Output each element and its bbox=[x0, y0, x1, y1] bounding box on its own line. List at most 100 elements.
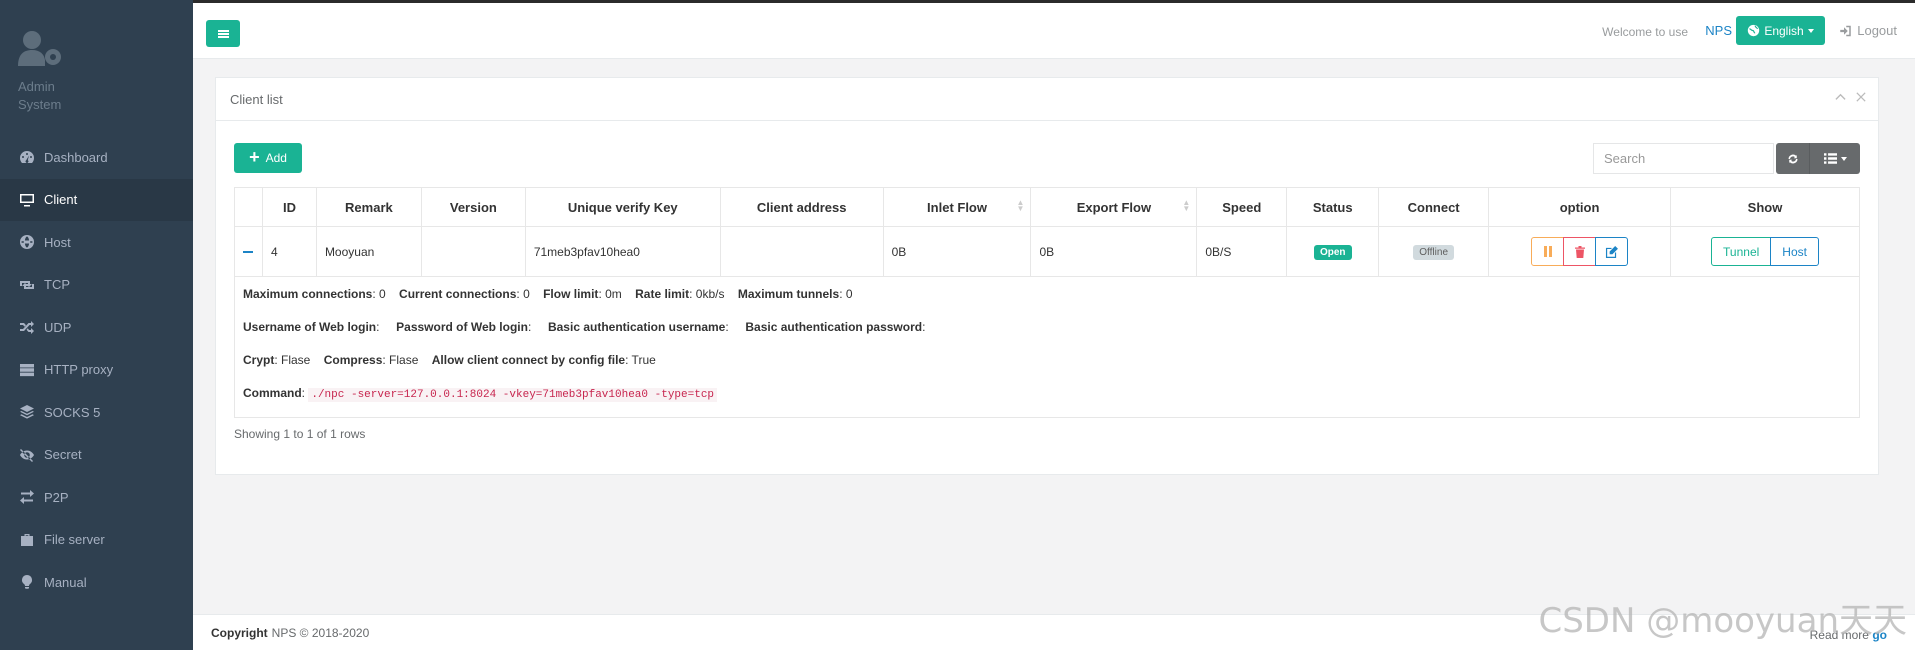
toggle-sidebar-button[interactable] bbox=[206, 20, 240, 47]
nps-link[interactable]: NPS bbox=[1705, 23, 1732, 38]
detail-line-limits: Maximum connections : 0 Current connectio… bbox=[243, 285, 1851, 318]
cell-show: Tunnel Host bbox=[1670, 226, 1860, 277]
col-inlet-flow[interactable]: Inlet Flow ▲ ▼ bbox=[882, 187, 1032, 227]
server-icon bbox=[18, 362, 36, 378]
refresh-button[interactable] bbox=[1776, 143, 1810, 174]
cell-id: 4 bbox=[261, 226, 317, 277]
current-connections-label: Current connections bbox=[399, 287, 517, 301]
client-detail: Maximum connections : 0 Current connectio… bbox=[235, 277, 1859, 417]
delete-button[interactable] bbox=[1563, 237, 1597, 266]
table-toolbar bbox=[1776, 143, 1860, 174]
edit-button[interactable] bbox=[1595, 237, 1629, 266]
sidebar-item-label: Manual bbox=[44, 574, 87, 590]
max-connections-label: Maximum connections bbox=[243, 287, 373, 301]
sidebar-item-label: File server bbox=[44, 532, 105, 548]
col-verify-key[interactable]: Unique verify Key bbox=[524, 187, 721, 227]
sidebar-item-p2p[interactable]: P2P bbox=[0, 476, 193, 519]
sidebar-item-host[interactable]: Host bbox=[0, 221, 193, 264]
sidebar-item-label: SOCKS 5 bbox=[44, 404, 101, 420]
sidebar-item-file-server[interactable]: File server bbox=[0, 519, 193, 562]
sign-in-icon bbox=[1840, 25, 1851, 36]
rate-limit-value: : 0kb/s bbox=[689, 287, 725, 301]
detail-line-command: Command: ./npc -server=127.0.0.1:8024 -v… bbox=[243, 384, 1851, 417]
layers-icon bbox=[18, 404, 36, 420]
col-option: option bbox=[1488, 187, 1672, 227]
col-connect[interactable]: Connect bbox=[1378, 187, 1490, 227]
language-label: English bbox=[1764, 23, 1804, 38]
sidebar-item-label: Dashboard bbox=[44, 149, 108, 165]
sidebar-item-label: Client bbox=[44, 192, 78, 208]
eye-slash-icon bbox=[18, 447, 36, 463]
detail-cell: Maximum connections : 0 Current connectio… bbox=[234, 276, 1860, 418]
status-badge: Open bbox=[1313, 244, 1352, 260]
command-code[interactable]: ./npc -server=127.0.0.1:8024 -vkey=71meb… bbox=[308, 388, 718, 402]
panel-header: Client list bbox=[216, 78, 1878, 121]
col-client-address[interactable]: Client address bbox=[719, 187, 884, 227]
briefcase-icon bbox=[18, 532, 36, 548]
option-buttons bbox=[1489, 237, 1670, 266]
client-table: ID Remark Version Unique verify Key Clie… bbox=[234, 187, 1860, 418]
sidebar-item-client[interactable]: Client bbox=[0, 178, 193, 221]
web-password-value: : bbox=[527, 320, 532, 334]
sidebar-item-manual[interactable]: Manual bbox=[0, 561, 193, 604]
sidebar-item-dashboard[interactable]: Dashboard bbox=[0, 136, 193, 179]
add-client-button[interactable]: + Add bbox=[234, 143, 302, 173]
col-status[interactable]: Status bbox=[1286, 187, 1380, 227]
sidebar-item-secret[interactable]: Secret bbox=[0, 434, 193, 477]
watermark: CSDN @mooyuan天天 bbox=[1538, 601, 1907, 641]
chevron-up-icon[interactable] bbox=[1835, 92, 1846, 103]
current-connections-value: : 0 bbox=[516, 287, 530, 301]
cell-export-flow: 0B bbox=[1030, 226, 1198, 277]
cell-client-address bbox=[719, 226, 884, 277]
columns-dropdown-button[interactable] bbox=[1810, 143, 1860, 174]
sidebar-item-http-proxy[interactable]: HTTP proxy bbox=[0, 349, 193, 392]
col-remark[interactable]: Remark bbox=[315, 187, 422, 227]
web-username-value: : bbox=[376, 320, 380, 334]
copyright-text: NPS © 2018-2020 bbox=[271, 625, 370, 640]
cell-remark: Mooyuan bbox=[315, 226, 422, 277]
col-id[interactable]: ID bbox=[261, 187, 317, 227]
globe-icon bbox=[18, 234, 36, 250]
allow-config-value: : True bbox=[625, 353, 656, 367]
detail-row: Maximum connections : 0 Current connectio… bbox=[234, 276, 1860, 418]
detail-line-flags: Crypt: Flase Compress: Flase Allow clien… bbox=[243, 351, 1851, 384]
search-input[interactable] bbox=[1593, 143, 1774, 174]
cell-verify-key: 71meb3pfav10hea0 bbox=[524, 226, 721, 277]
cell-option bbox=[1488, 226, 1672, 277]
add-label: Add bbox=[265, 151, 287, 165]
sidebar-item-udp[interactable]: UDP bbox=[0, 306, 193, 349]
profile-name-line2: System bbox=[18, 97, 62, 112]
compress-value: : Flase bbox=[382, 353, 419, 367]
refresh-icon bbox=[1788, 154, 1797, 163]
language-dropdown[interactable]: English bbox=[1736, 16, 1825, 45]
flow-limit-value: : 0m bbox=[598, 287, 622, 301]
panel-title: Client list bbox=[230, 91, 283, 107]
sidebar-item-socks5[interactable]: SOCKS 5 bbox=[0, 391, 193, 434]
host-button[interactable]: Host bbox=[1770, 237, 1819, 266]
exchange-icon bbox=[18, 489, 36, 505]
welcome-text: Welcome to use bbox=[1602, 25, 1688, 39]
sort-icon: ▲ ▼ bbox=[1016, 198, 1025, 213]
cell-version bbox=[420, 226, 526, 277]
detail-line-auth: Username of Web login: Password of Web l… bbox=[243, 318, 1851, 351]
col-speed[interactable]: Speed bbox=[1196, 187, 1288, 227]
logout-link[interactable]: Logout bbox=[1839, 23, 1897, 38]
allow-config-label: Allow client connect by config file bbox=[431, 353, 626, 367]
profile-name-line1: Admin bbox=[18, 79, 55, 94]
collapse-toggle[interactable] bbox=[234, 226, 263, 277]
profile: Admin System bbox=[18, 30, 64, 114]
col-export-flow[interactable]: Export Flow ▲ ▼ bbox=[1030, 187, 1198, 227]
cell-status: Open bbox=[1286, 226, 1380, 277]
col-version[interactable]: Version bbox=[420, 187, 526, 227]
list-icon bbox=[1823, 153, 1837, 164]
max-tunnels-label: Maximum tunnels bbox=[737, 287, 840, 301]
hamburger-icon bbox=[217, 32, 229, 35]
sidebar-item-label: Secret bbox=[44, 447, 82, 463]
pause-button[interactable] bbox=[1531, 237, 1565, 266]
chevron-down-icon bbox=[1807, 28, 1814, 33]
tunnel-button[interactable]: Tunnel bbox=[1711, 237, 1772, 266]
web-password-label: Password of Web login bbox=[396, 320, 528, 334]
close-icon[interactable] bbox=[1856, 92, 1866, 102]
sidebar-item-tcp[interactable]: TCP bbox=[0, 264, 193, 307]
col-expand bbox=[234, 187, 263, 227]
